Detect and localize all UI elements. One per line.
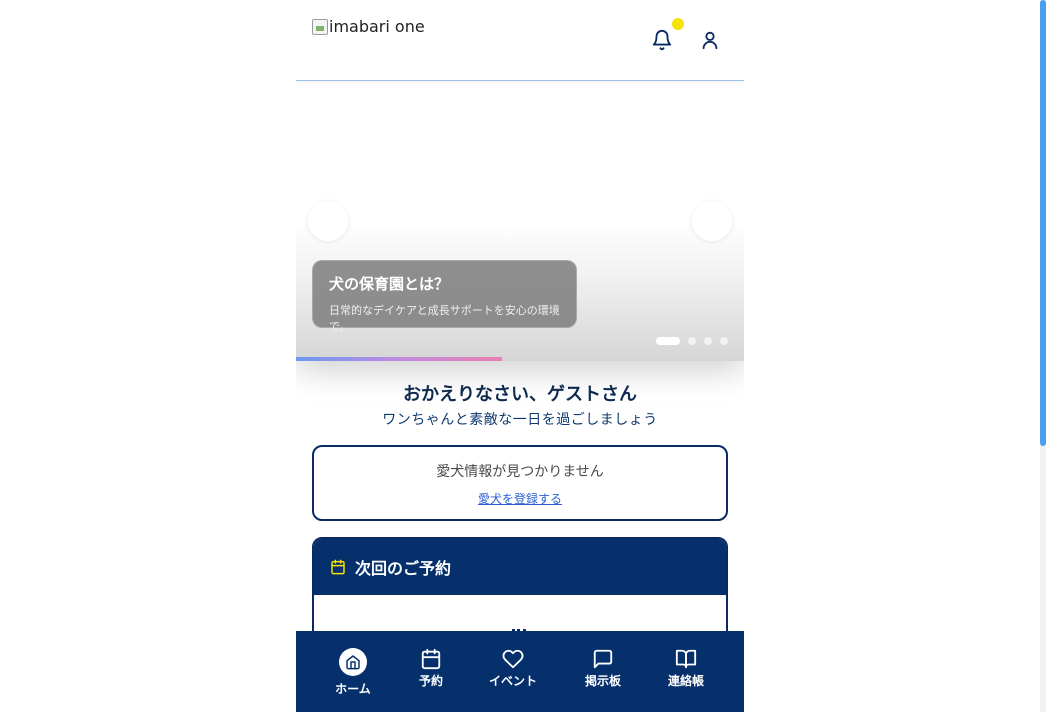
book-icon bbox=[675, 649, 697, 669]
broken-image-icon bbox=[312, 18, 328, 35]
carousel-progress-bar bbox=[296, 357, 503, 361]
notification-badge bbox=[672, 18, 684, 30]
carousel-dot-1[interactable] bbox=[656, 337, 680, 345]
bell-icon[interactable] bbox=[651, 28, 673, 52]
carousel-prev-button[interactable] bbox=[308, 201, 348, 241]
nav-label-board: 掲示板 bbox=[584, 674, 621, 688]
nav-item-reservation[interactable]: 予約 bbox=[391, 631, 471, 712]
slide-title: 犬の保育園とは？ bbox=[329, 275, 450, 293]
nav-item-home[interactable]: ホーム bbox=[313, 631, 393, 712]
nav-item-event[interactable]: イベント bbox=[473, 631, 553, 712]
chat-icon bbox=[593, 649, 613, 669]
app-frame: imabari one 犬の保育園とは？ 日常的なデイケアと成長サポートを安心の… bbox=[296, 0, 744, 712]
logo[interactable]: imabari one bbox=[312, 17, 425, 36]
register-pet-link[interactable]: 愛犬を登録する bbox=[478, 490, 562, 507]
carousel-dots bbox=[656, 337, 736, 345]
heart-icon bbox=[502, 649, 524, 669]
app-header: imabari one bbox=[296, 0, 744, 81]
slide-caption: 犬の保育園とは？ 日常的なデイケアと成長サポートを安心の環境で。 bbox=[312, 260, 577, 333]
carousel-dot-4[interactable] bbox=[720, 337, 728, 345]
calendar-icon bbox=[331, 559, 345, 575]
bottom-navigation: ホーム 予約 イベント 掲示板 連絡帳 bbox=[296, 631, 744, 712]
page-scrollbar[interactable] bbox=[1040, 0, 1046, 712]
nav-item-board[interactable]: 掲示板 bbox=[563, 631, 643, 712]
pet-info-card: 愛犬情報が見つかりません 愛犬を登録する bbox=[312, 445, 728, 521]
user-icon[interactable] bbox=[699, 28, 721, 52]
pet-not-found-message: 愛犬情報が見つかりません bbox=[436, 464, 604, 480]
reservation-header: 次回のご予約 bbox=[314, 539, 726, 595]
nav-label-notebook: 連絡帳 bbox=[667, 674, 704, 688]
carousel-next-button[interactable] bbox=[692, 201, 732, 241]
scrollbar-thumb[interactable] bbox=[1040, 0, 1046, 446]
carousel-dot-2[interactable] bbox=[688, 337, 696, 345]
nav-label-home: ホーム bbox=[335, 682, 371, 696]
welcome-title: おかえりなさい、ゲストさん bbox=[403, 384, 637, 405]
logo-alt-text: imabari one bbox=[329, 17, 425, 36]
welcome-subtitle: ワンちゃんと素敵な一日を過ごしましょう bbox=[382, 412, 658, 428]
calendar-icon bbox=[421, 648, 441, 670]
nav-item-notebook[interactable]: 連絡帳 bbox=[646, 631, 726, 712]
carousel-dot-3[interactable] bbox=[704, 337, 712, 345]
nav-label-event: イベント bbox=[488, 674, 537, 688]
slide-subtitle: 日常的なデイケアと成長サポートを安心の環境で。 bbox=[329, 304, 560, 333]
home-icon bbox=[346, 655, 360, 670]
hero-carousel: 犬の保育園とは？ 日常的なデイケアと成長サポートを安心の環境で。 bbox=[296, 81, 744, 361]
reservation-title: 次回のご予約 bbox=[355, 559, 452, 578]
nav-label-reservation: 予約 bbox=[418, 674, 443, 688]
